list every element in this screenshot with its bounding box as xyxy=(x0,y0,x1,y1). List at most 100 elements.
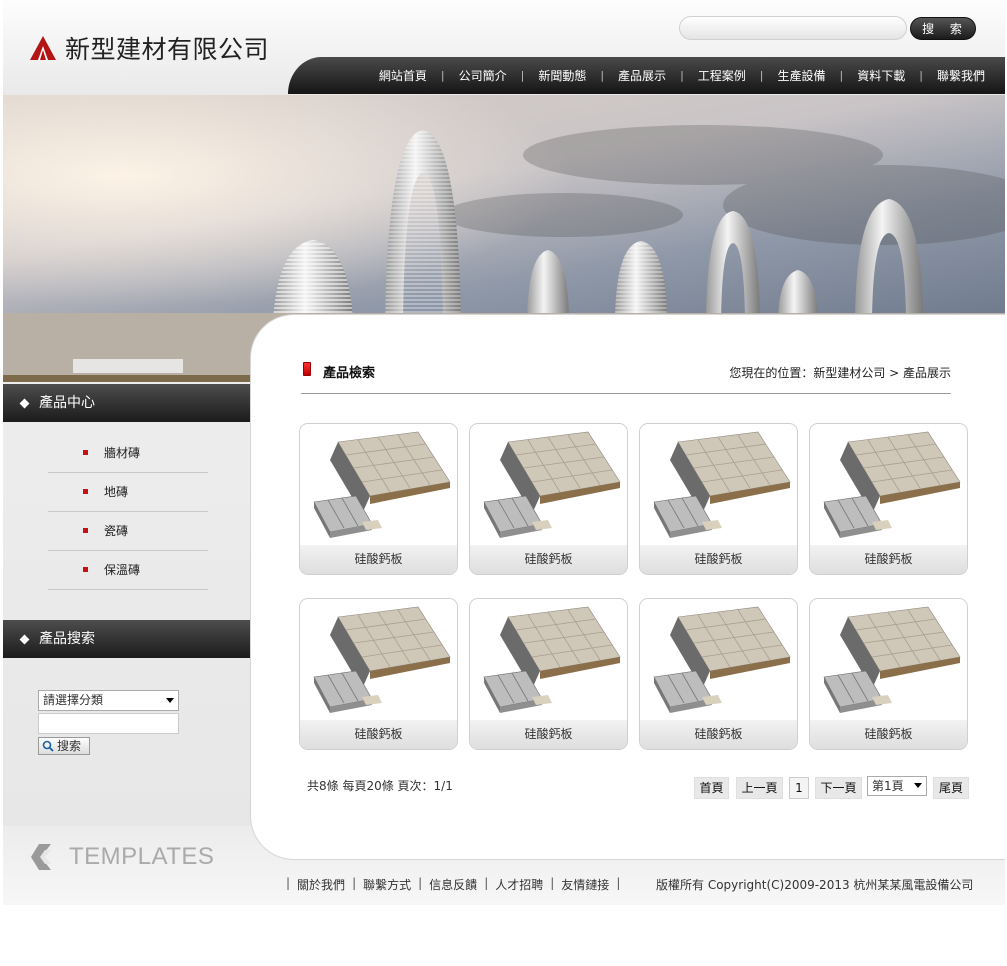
pager-next-button[interactable]: 下一頁 xyxy=(815,777,862,799)
pager-select[interactable]: 第1頁 xyxy=(867,776,927,796)
product-image[interactable] xyxy=(640,424,797,545)
product-center-header: 產品中心 xyxy=(3,384,251,422)
tile-product-icon xyxy=(313,606,451,713)
product-card[interactable]: 硅酸鈣板 xyxy=(469,598,628,750)
pager-current-page[interactable]: 1 xyxy=(789,777,809,799)
category-item[interactable]: 瓷磚 xyxy=(48,512,208,551)
nav-item-downloads[interactable]: 資料下載 xyxy=(857,67,905,84)
product-card[interactable]: 硅酸鈣板 xyxy=(469,423,628,575)
product-card[interactable]: 硅酸鈣板 xyxy=(299,598,458,750)
footer-separator: | xyxy=(418,876,423,890)
pager-select-value: 第1頁 xyxy=(872,779,904,793)
main-nav: 網站首頁 | 公司簡介 | 新聞動態 | 產品展示 | 工程案例 | 生產設備 | 資料下載… xyxy=(288,57,1005,94)
pager-prev-button[interactable]: 上一頁 xyxy=(736,777,783,799)
product-image[interactable] xyxy=(810,424,967,545)
product-image[interactable] xyxy=(300,424,457,545)
magnifier-icon xyxy=(42,740,54,752)
product-center-title: 產品中心 xyxy=(39,395,95,411)
nav-item-equipment[interactable]: 生產設備 xyxy=(778,67,826,84)
company-logo[interactable]: 新型建材有限公司 xyxy=(29,30,269,66)
product-name[interactable]: 硅酸鈣板 xyxy=(640,720,797,749)
product-image[interactable] xyxy=(470,424,627,545)
header-search-button[interactable]: 搜 索 xyxy=(910,17,976,40)
product-name[interactable]: 硅酸鈣板 xyxy=(470,545,627,574)
dropdown-arrow-icon xyxy=(166,698,174,703)
footer-links: | 關於我們 | 聯繫方式 | 信息反饋 | 人才招聘 | 友情鏈接 | xyxy=(279,876,627,893)
category-list: 牆材磚 地磚 瓷磚 保溫磚 xyxy=(48,434,208,590)
tile-product-icon xyxy=(653,431,791,538)
nav-separator: | xyxy=(520,69,525,82)
product-card[interactable]: 硅酸鈣板 xyxy=(809,423,968,575)
product-name[interactable]: 硅酸鈣板 xyxy=(640,545,797,574)
nav-separator: | xyxy=(440,69,445,82)
product-name[interactable]: 硅酸鈣板 xyxy=(810,720,967,749)
nav-item-news[interactable]: 新聞動態 xyxy=(538,67,586,84)
dropdown-arrow-icon xyxy=(914,783,922,788)
keyword-input[interactable] xyxy=(38,713,179,734)
footer-separator: | xyxy=(616,876,621,890)
footer-link-contact[interactable]: 聯繫方式 xyxy=(363,876,411,893)
product-image[interactable] xyxy=(300,599,457,720)
footer-link-friends[interactable]: 友情鏈接 xyxy=(561,876,609,893)
product-card[interactable]: 硅酸鈣板 xyxy=(809,598,968,750)
left-sidebar: 產品中心 牆材磚 地磚 瓷磚 保溫磚 產品搜索 請選擇分類 搜索 xyxy=(3,382,251,827)
bullet-icon xyxy=(83,489,88,494)
product-name[interactable]: 硅酸鈣板 xyxy=(810,545,967,574)
product-image[interactable] xyxy=(810,599,967,720)
book-icon xyxy=(303,362,311,376)
company-name: 新型建材有限公司 xyxy=(65,35,270,64)
diamond-icon xyxy=(19,634,30,645)
category-label: 保溫磚 xyxy=(104,563,141,577)
footer-separator: | xyxy=(352,876,357,890)
bullet-icon xyxy=(83,528,88,533)
pager-first-button[interactable]: 首頁 xyxy=(694,777,729,799)
nav-separator: | xyxy=(680,69,684,82)
side-search-form: 請選擇分類 搜索 xyxy=(38,690,179,755)
footer-separator: | xyxy=(484,876,489,890)
footer-link-about[interactable]: 關於我們 xyxy=(297,876,345,893)
copyright-text: 版權所有 Copyright(C)2009-2013 杭州某某風電設備公司 xyxy=(656,878,974,892)
nav-item-home[interactable]: 網站首頁 xyxy=(379,67,427,84)
footer-link-feedback[interactable]: 信息反饋 xyxy=(429,876,477,893)
category-item[interactable]: 牆材磚 xyxy=(48,434,208,473)
product-name[interactable]: 硅酸鈣板 xyxy=(300,720,457,749)
side-search-label: 搜索 xyxy=(57,739,82,753)
product-image[interactable] xyxy=(470,599,627,720)
footer-link-jobs[interactable]: 人才招聘 xyxy=(495,876,543,893)
category-label: 牆材磚 xyxy=(104,446,141,460)
main-header: 產品檢索 您現在的位置：新型建材公司 > 產品展示 xyxy=(301,360,951,394)
tile-product-icon xyxy=(653,606,791,713)
header-search-input[interactable] xyxy=(679,16,907,40)
nav-separator: | xyxy=(919,69,923,82)
product-card[interactable]: 硅酸鈣板 xyxy=(639,598,798,750)
category-label: 瓷磚 xyxy=(104,524,129,538)
product-search-title: 產品搜索 xyxy=(39,631,95,647)
nav-item-about[interactable]: 公司簡介 xyxy=(459,67,507,84)
product-name[interactable]: 硅酸鈣板 xyxy=(300,545,457,574)
nav-separator: | xyxy=(759,69,764,82)
side-search-button[interactable]: 搜索 xyxy=(38,737,90,755)
templates-logo-icon xyxy=(31,844,51,870)
nav-item-products[interactable]: 產品展示 xyxy=(618,67,666,84)
product-search-header: 產品搜索 xyxy=(3,620,251,658)
pager-last-button[interactable]: 尾頁 xyxy=(933,777,969,799)
category-select[interactable]: 請選擇分類 xyxy=(38,690,179,711)
nav-item-projects[interactable]: 工程案例 xyxy=(698,67,746,84)
logo-triangle-icon xyxy=(30,36,56,60)
nav-item-contact[interactable]: 聯繫我們 xyxy=(937,67,985,84)
category-item[interactable]: 地磚 xyxy=(48,473,208,512)
product-card[interactable]: 硅酸鈣板 xyxy=(299,423,458,575)
product-card[interactable]: 硅酸鈣板 xyxy=(639,423,798,575)
tile-product-icon xyxy=(483,606,621,713)
pager-info: 共8條 每頁20條 頁次：1/1 xyxy=(307,779,453,793)
product-image[interactable] xyxy=(640,599,797,720)
breadcrumb: 您現在的位置：新型建材公司 > 產品展示 xyxy=(729,366,951,380)
tile-product-icon xyxy=(483,431,621,538)
category-label: 地磚 xyxy=(104,485,129,499)
product-name[interactable]: 硅酸鈣板 xyxy=(470,720,627,749)
category-item[interactable]: 保溫磚 xyxy=(48,551,208,590)
templates-text: TEMPLATES xyxy=(69,843,215,870)
bullet-icon xyxy=(83,567,88,572)
nav-separator: | xyxy=(600,69,605,82)
category-select-value: 請選擇分類 xyxy=(43,693,104,707)
